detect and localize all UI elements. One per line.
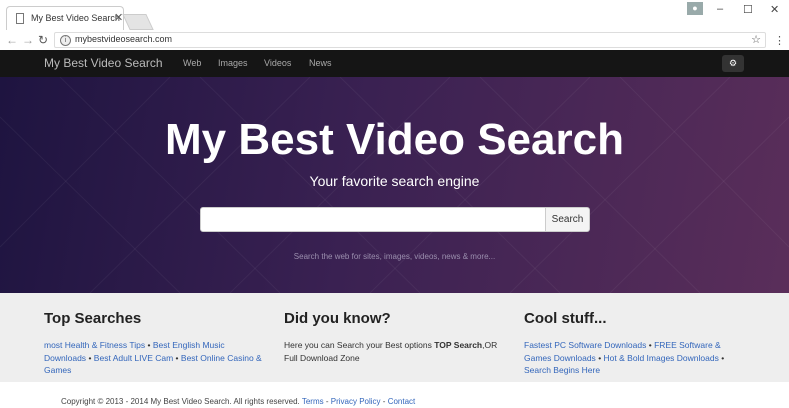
address-bar-row: ← → ↻ i mybestvideosearch.com ☆ ⋮ [0, 30, 789, 51]
settings-gear-icon[interactable]: ⚙ [722, 55, 744, 72]
top-search-link[interactable]: Best Adult LIVE Cam [94, 353, 173, 363]
bullet-separator: • [147, 340, 151, 350]
close-window-button[interactable]: ✕ [770, 3, 779, 16]
privacy-policy-link[interactable]: Privacy Policy [331, 397, 381, 406]
tab-close-icon[interactable]: ✕ [114, 11, 123, 24]
info-section: Top Searches most Health & Fitness Tips … [0, 293, 789, 382]
nav-link-web[interactable]: Web [183, 58, 201, 68]
page-footer: Copyright © 2013 - 2014 My Best Video Se… [0, 382, 789, 408]
search-button[interactable]: Search [545, 207, 590, 232]
cool-stuff-link[interactable]: Search Begins Here [524, 365, 600, 375]
site-brand[interactable]: My Best Video Search [44, 56, 163, 70]
terms-link[interactable]: Terms [302, 397, 324, 406]
hero-subtitle: Your favorite search engine [309, 173, 480, 189]
hero-title: My Best Video Search [165, 115, 624, 164]
hero-banner: My Best Video Search Your favorite searc… [0, 77, 789, 293]
nav-link-images[interactable]: Images [218, 58, 248, 68]
footer-text: Copyright © 2013 - 2014 My Best Video Se… [61, 397, 415, 406]
cool-stuff-link[interactable]: Hot & Bold Images Downloads [604, 353, 719, 363]
search-input[interactable] [200, 207, 546, 232]
copyright-text: Copyright © 2013 - 2014 My Best Video Se… [61, 397, 300, 406]
did-you-know-bold: TOP Search [434, 340, 483, 350]
browser-tab-bar: My Best Video Search ✕ ● – ☐ ✕ [0, 0, 789, 30]
back-arrow-icon[interactable]: ← [6, 33, 18, 47]
bullet-separator: • [598, 352, 602, 363]
top-search-link[interactable]: most Health & Fitness Tips [44, 340, 145, 350]
did-you-know-heading: Did you know? [284, 310, 391, 327]
bullet-separator: • [721, 352, 725, 363]
nav-link-news[interactable]: News [309, 58, 332, 68]
footer-separator: - [325, 397, 329, 406]
url-field[interactable]: i mybestvideosearch.com ☆ [54, 32, 766, 48]
did-you-know-text: Here you can Search your Best options TO… [284, 339, 509, 364]
bullet-separator: • [175, 352, 179, 363]
bullet-separator: • [88, 352, 92, 363]
browser-menu-icon[interactable]: ⋮ [774, 34, 785, 47]
site-info-icon[interactable]: i [60, 35, 71, 46]
top-searches-list: most Health & Fitness Tips • Best Englis… [44, 339, 269, 377]
minimize-button[interactable]: – [717, 3, 723, 15]
new-tab-button[interactable] [122, 14, 154, 30]
tab-title: My Best Video Search [31, 13, 120, 23]
bookmark-star-icon[interactable]: ☆ [751, 33, 761, 46]
cool-stuff-heading: Cool stuff... [524, 310, 607, 327]
nav-link-videos[interactable]: Videos [264, 58, 291, 68]
page-icon [16, 13, 24, 24]
cool-stuff-list: Fastest PC Software Downloads • FREE Sof… [524, 339, 749, 377]
url-text: mybestvideosearch.com [75, 34, 173, 44]
contact-link[interactable]: Contact [388, 397, 416, 406]
cool-stuff-link[interactable]: Fastest PC Software Downloads [524, 340, 646, 350]
bullet-separator: • [648, 340, 652, 350]
browser-tab[interactable]: My Best Video Search ✕ [6, 6, 124, 30]
reload-icon[interactable]: ↻ [38, 33, 48, 47]
top-searches-heading: Top Searches [44, 310, 142, 327]
search-hint: Search the web for sites, images, videos… [293, 252, 496, 261]
profile-icon[interactable]: ● [687, 2, 703, 15]
footer-separator: - [382, 397, 386, 406]
forward-arrow-icon[interactable]: → [22, 33, 34, 47]
site-navbar: My Best Video Search Web Images Videos N… [0, 50, 789, 77]
maximize-button[interactable]: ☐ [743, 3, 753, 16]
did-you-know-text-start: Here you can Search your Best options [284, 340, 435, 350]
